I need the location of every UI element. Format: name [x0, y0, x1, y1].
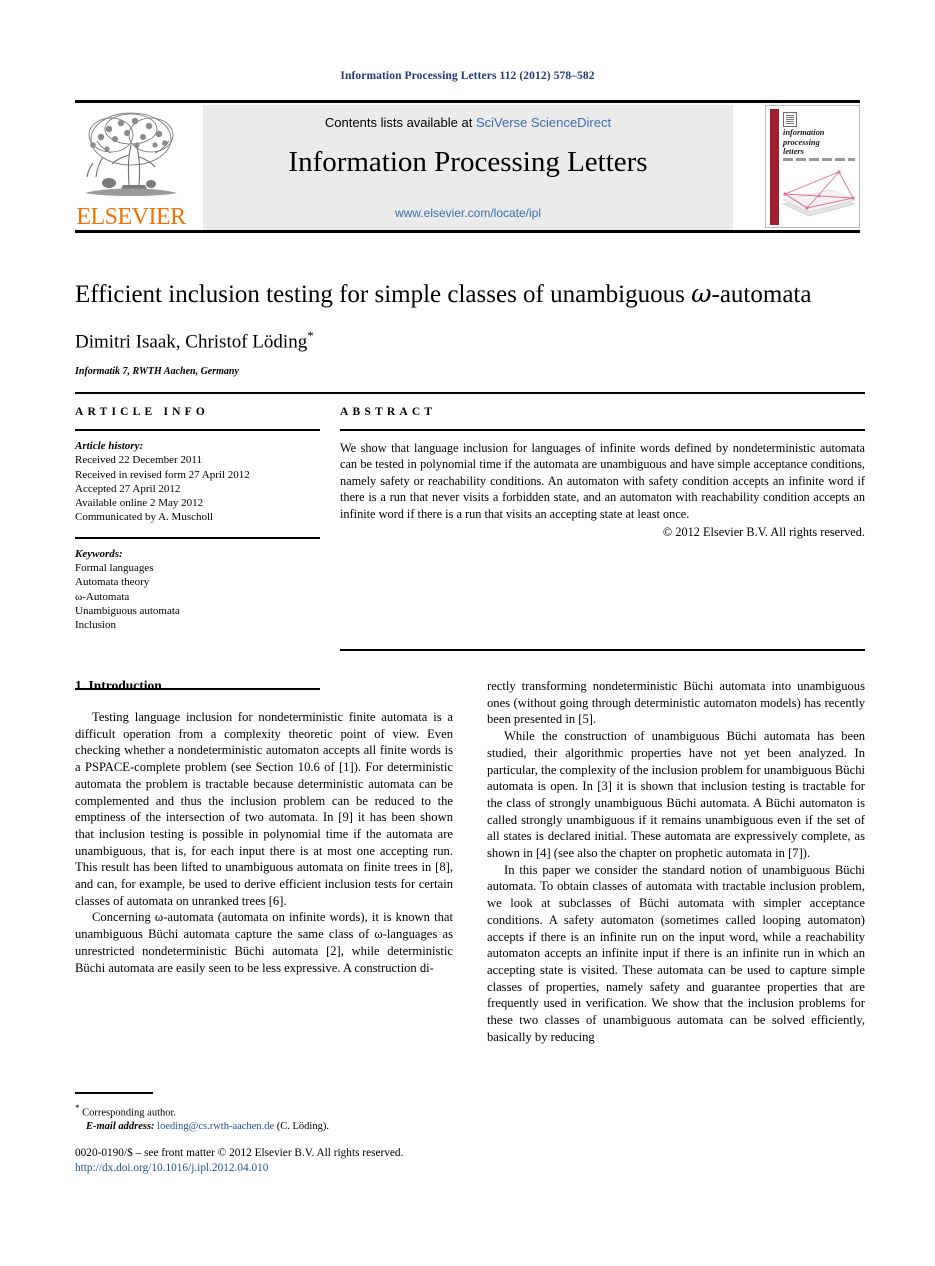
page-title: Efficient inclusion testing for simple c…: [75, 278, 865, 311]
journal-cover-thumbnail[interactable]: information processing letters: [765, 105, 860, 228]
page-title-part-2: -automata: [711, 281, 812, 308]
journal-banner: Contents lists available at SciVerse Sci…: [203, 105, 733, 230]
body-paragraph: rectly transforming nondeterministic Büc…: [487, 679, 865, 727]
affiliation: Informatik 7, RWTH Aachen, Germany: [75, 366, 239, 378]
corresponding-author-text: Corresponding author.: [82, 1107, 177, 1118]
cover-title-line-1: information: [783, 128, 825, 137]
cover-elsevier-mark-icon: [783, 112, 797, 127]
email-owner: (C. Löding).: [276, 1121, 329, 1132]
masthead-top-rule: [75, 100, 860, 103]
journal-masthead: ELSEVIER Contents lists available at Sci…: [75, 100, 860, 233]
article-info-rule: [75, 429, 320, 431]
omega-symbol: ω: [691, 279, 712, 308]
body-right-column: rectly transforming nondeterministic Büc…: [487, 678, 865, 1045]
abstract-copyright: © 2012 Elsevier B.V. All rights reserved…: [662, 525, 865, 540]
cover-title-line-2: processing: [783, 137, 820, 147]
keywords-top-rule: [75, 536, 320, 539]
elsevier-logo: ELSEVIER: [75, 105, 187, 230]
article-history-item: Accepted 27 April 2012: [75, 482, 181, 495]
article-history-item: Received 22 December 2011: [75, 454, 202, 467]
abstract-column: ABSTRACT We show that language inclusion…: [340, 406, 865, 651]
article-history-item: Received in revised form 27 April 2012: [75, 468, 250, 481]
paper-page: Information Processing Letters 112 (2012…: [0, 0, 935, 1266]
email-note: E-mail address: loeding@cs.rwth-aachen.d…: [75, 1120, 453, 1134]
page-title-part-1: Efficient inclusion testing for simple c…: [75, 281, 692, 308]
body-paragraph: In this paper we consider the standard n…: [487, 862, 865, 1044]
body-paragraph: Concerning ω-automata (automata on infin…: [75, 910, 453, 975]
abstract-text: We show that language inclusion for lang…: [340, 441, 865, 521]
title-block: Efficient inclusion testing for simple c…: [75, 278, 865, 377]
keywords-label: Keywords:: [75, 547, 123, 560]
body-paragraph: Testing language inclusion for nondeterm…: [75, 710, 453, 908]
author-names: Dimitri Isaak, Christof Löding: [75, 331, 308, 353]
body-left-column: 1. Introduction Testing language inclusi…: [75, 678, 453, 976]
article-info-column: ARTICLE INFO Article history: Received 2…: [75, 406, 320, 690]
footnote-block: * Corresponding author. E-mail address: …: [75, 1092, 453, 1134]
keyword-item: Unambiguous automata: [75, 604, 180, 617]
email-label: E-mail address:: [86, 1121, 155, 1132]
abstract-rule: [340, 429, 865, 431]
abstract-heading: ABSTRACT: [340, 406, 437, 418]
cover-artwork-icon: [782, 170, 856, 217]
journal-title: Information Processing Letters: [288, 146, 648, 178]
article-info-heading: ARTICLE INFO: [75, 406, 210, 418]
corresponding-author-note: * Corresponding author.: [75, 1101, 453, 1121]
corresponding-author-marker: *: [307, 328, 314, 343]
running-head: Information Processing Letters 112 (2012…: [340, 70, 595, 82]
cover-title-text: information processing letters: [783, 128, 855, 157]
keyword-item: Inclusion: [75, 619, 116, 632]
contents-available-line: Contents lists available at SciVerse Sci…: [203, 115, 733, 130]
doi-link[interactable]: http://dx.doi.org/10.1016/j.ipl.2012.04.…: [75, 1161, 475, 1176]
keyword-item: Formal languages: [75, 562, 154, 575]
journal-url-link[interactable]: www.elsevier.com/locate/ipl: [203, 206, 733, 220]
footnote-rule: [75, 1092, 153, 1094]
article-history-item: Communicated by A. Muscholl: [75, 511, 214, 524]
abstract-bottom-rule: [340, 649, 865, 651]
body-paragraph: While the construction of unambiguous Bü…: [487, 729, 865, 861]
section-heading-introduction: 1. Introduction: [75, 678, 162, 693]
keyword-item: Automata theory: [75, 576, 150, 589]
email-link[interactable]: loeding@cs.rwth-aachen.de: [157, 1121, 274, 1132]
masthead-bottom-rule: [75, 230, 860, 233]
cover-subtitle-rule: [783, 158, 855, 161]
author-list: Dimitri Isaak, Christof Löding*: [75, 328, 865, 353]
article-history-label: Article history:: [75, 440, 144, 452]
contents-prefix: Contents lists available at: [324, 115, 476, 130]
info-section-top-rule: [75, 392, 865, 394]
keywords-block: Keywords: Formal languages Automata theo…: [75, 547, 320, 633]
elsevier-tree-icon: [85, 112, 177, 196]
cover-spine: [770, 109, 779, 225]
page-footer: 0020-0190/$ – see front matter © 2012 El…: [75, 1146, 475, 1176]
article-history-item: Available online 2 May 2012: [75, 497, 204, 510]
footnote-star-marker: *: [75, 1102, 80, 1113]
cover-title-line-3: letters: [783, 147, 804, 157]
issn-copyright-line: 0020-0190/$ – see front matter © 2012 El…: [75, 1147, 404, 1159]
keyword-item: ω-Automata: [75, 590, 130, 603]
article-history-block: Article history: Received 22 December 20…: [75, 439, 320, 525]
sciencedirect-link[interactable]: SciVerse ScienceDirect: [476, 115, 611, 130]
elsevier-wordmark: ELSEVIER: [76, 204, 186, 230]
